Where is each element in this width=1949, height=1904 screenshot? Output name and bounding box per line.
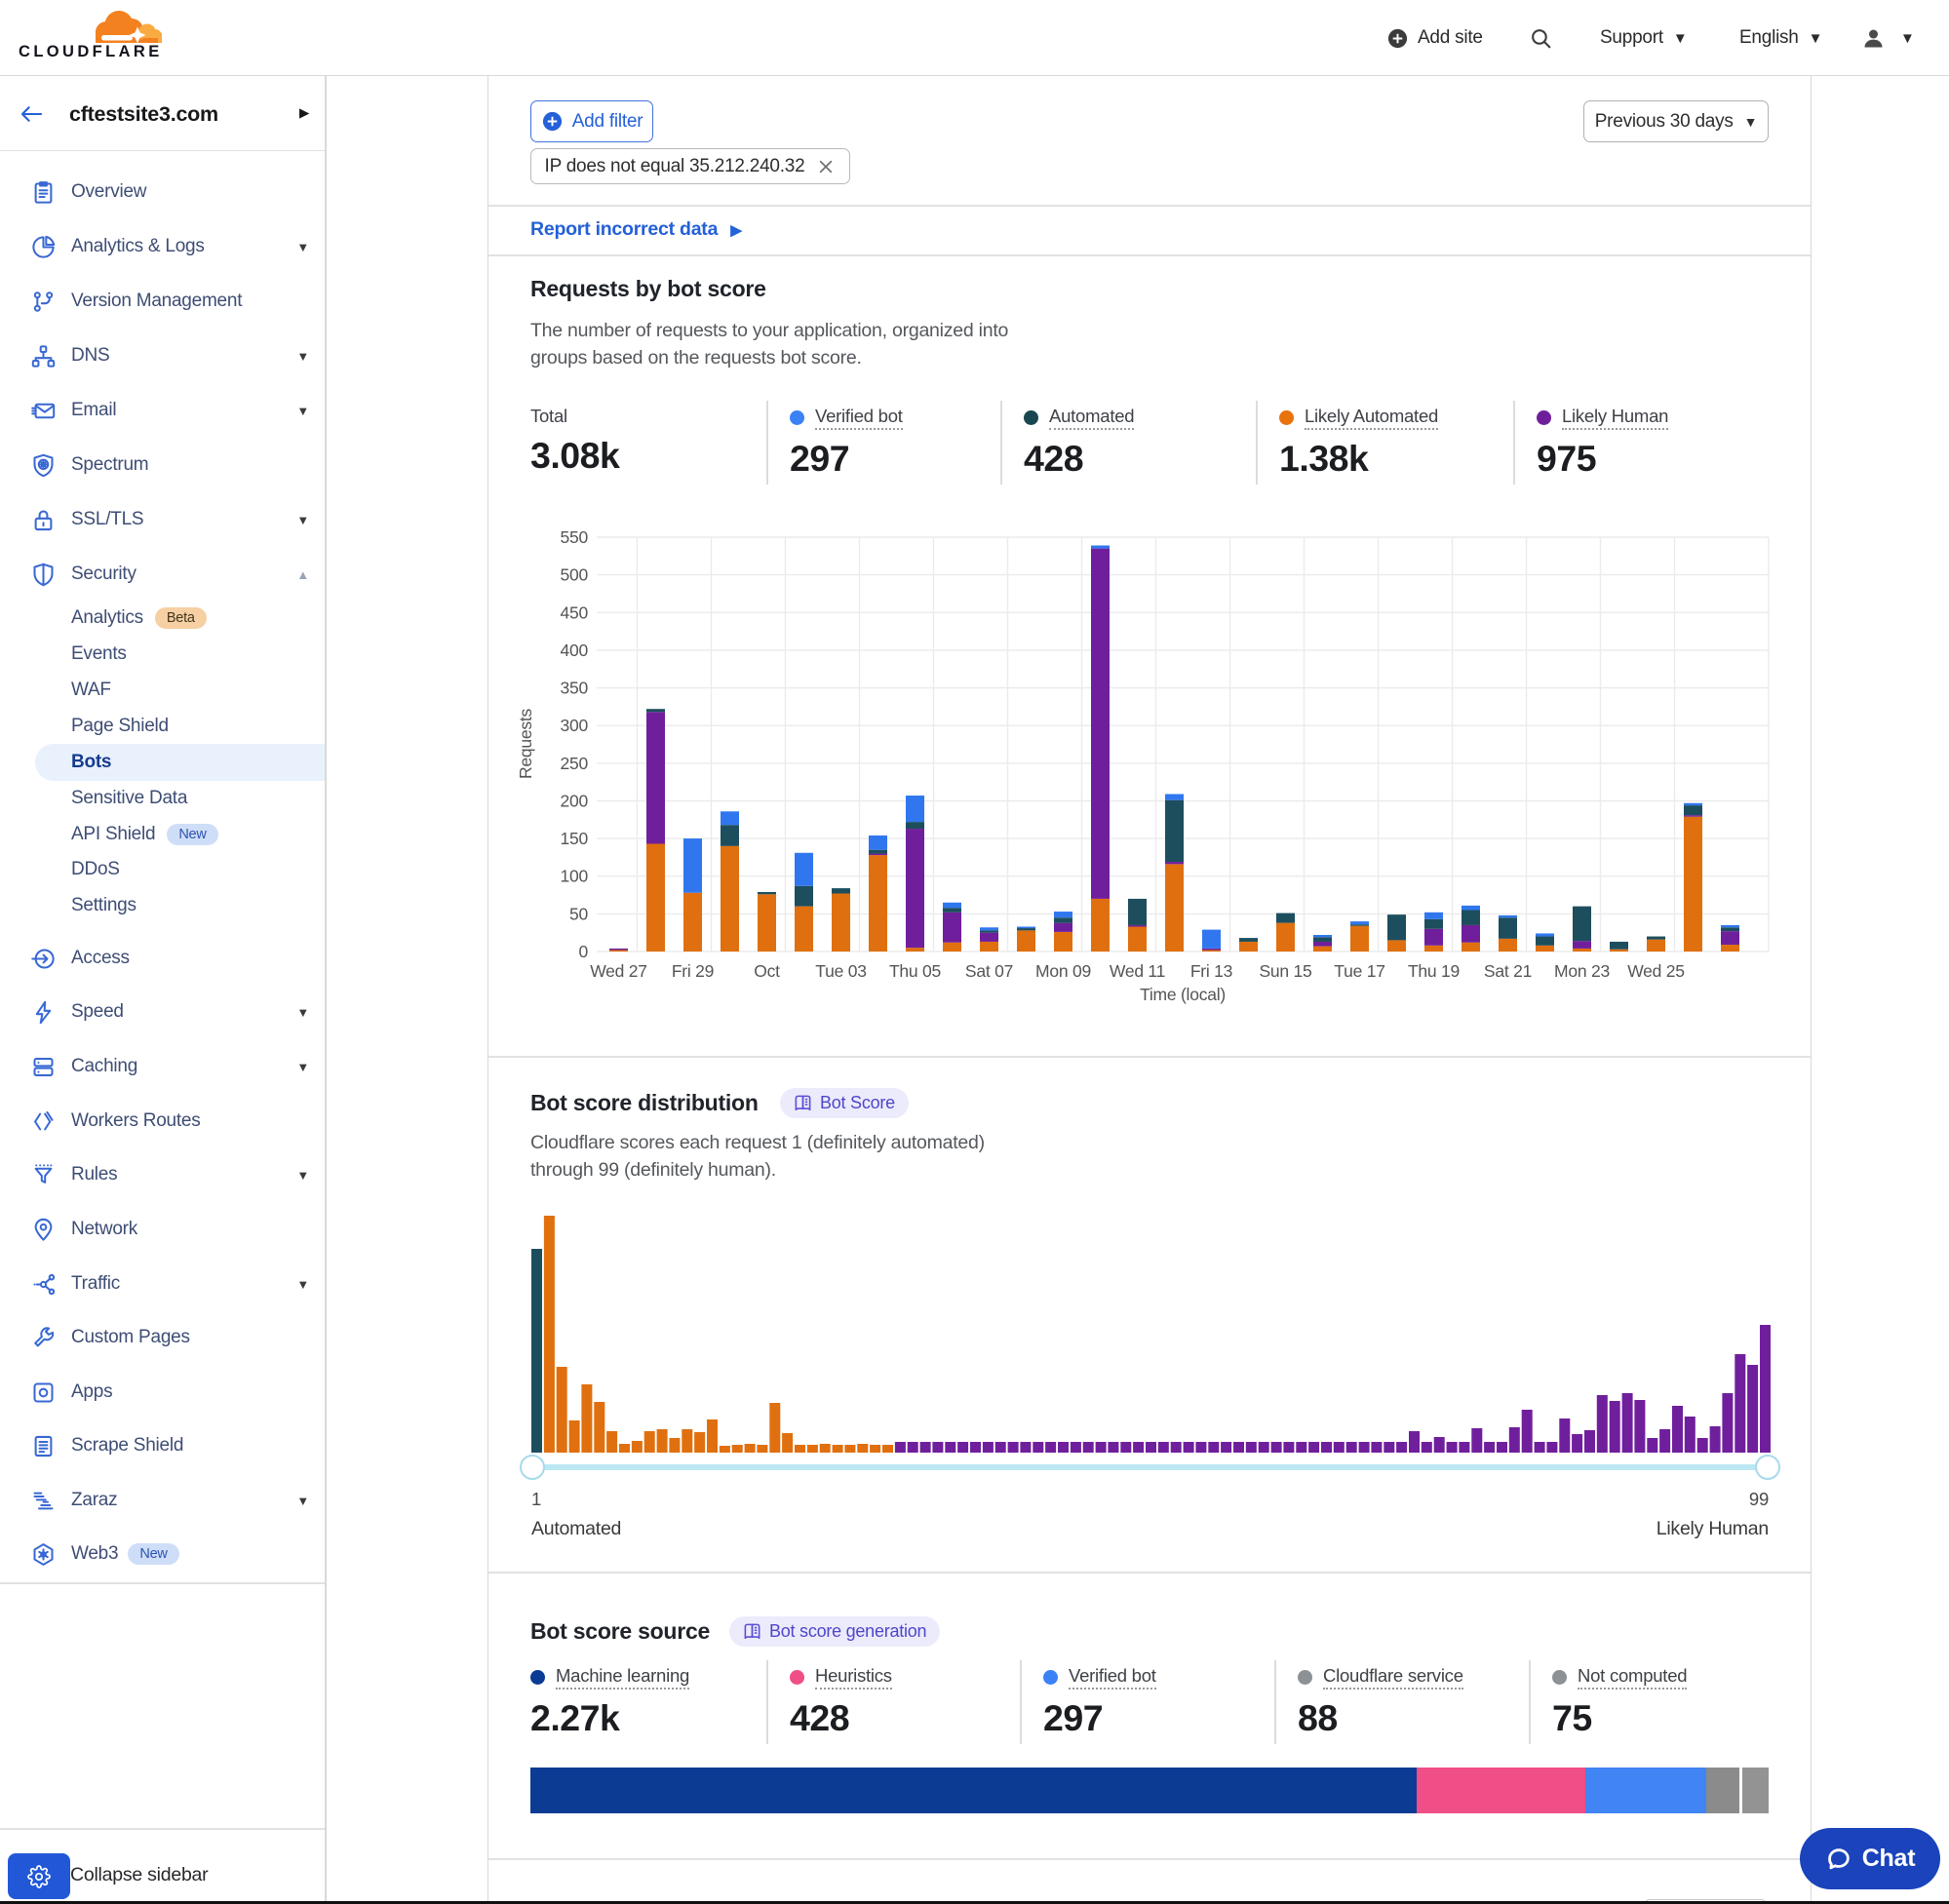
svg-text:Wed 27: Wed 27 xyxy=(590,961,647,981)
svg-text:100: 100 xyxy=(561,867,589,886)
svg-text:Requests: Requests xyxy=(516,709,535,780)
svg-text:450: 450 xyxy=(561,602,589,622)
svg-text:Mon 23: Mon 23 xyxy=(1554,961,1610,981)
svg-text:Wed 25: Wed 25 xyxy=(1627,961,1685,981)
svg-text:0: 0 xyxy=(579,942,589,961)
svg-text:Sun 15: Sun 15 xyxy=(1259,961,1311,981)
svg-text:Mon 09: Mon 09 xyxy=(1035,961,1091,981)
svg-text:200: 200 xyxy=(561,792,589,811)
svg-text:Time (local): Time (local) xyxy=(1140,985,1226,1004)
svg-text:Sat 07: Sat 07 xyxy=(965,961,1013,981)
svg-text:Likely Human: Likely Human xyxy=(1657,1518,1769,1539)
svg-text:500: 500 xyxy=(561,565,589,585)
svg-text:99: 99 xyxy=(1749,1489,1769,1509)
svg-text:400: 400 xyxy=(561,641,589,660)
svg-text:Sat 21: Sat 21 xyxy=(1484,961,1532,981)
svg-text:Tue 17: Tue 17 xyxy=(1334,961,1384,981)
svg-text:Automated: Automated xyxy=(531,1518,621,1539)
svg-text:150: 150 xyxy=(561,829,589,848)
svg-text:350: 350 xyxy=(561,679,589,698)
svg-text:Tue 03: Tue 03 xyxy=(815,961,866,981)
svg-text:550: 550 xyxy=(561,527,589,547)
svg-text:1: 1 xyxy=(531,1489,541,1509)
svg-text:Thu 19: Thu 19 xyxy=(1408,961,1460,981)
svg-text:300: 300 xyxy=(561,716,589,735)
svg-text:50: 50 xyxy=(569,904,588,923)
svg-text:250: 250 xyxy=(561,754,589,773)
svg-text:Thu 05: Thu 05 xyxy=(889,961,941,981)
svg-text:Oct: Oct xyxy=(754,961,780,981)
svg-text:Fri 29: Fri 29 xyxy=(672,961,714,981)
svg-text:Fri 13: Fri 13 xyxy=(1190,961,1232,981)
svg-text:Wed 11: Wed 11 xyxy=(1110,961,1165,981)
